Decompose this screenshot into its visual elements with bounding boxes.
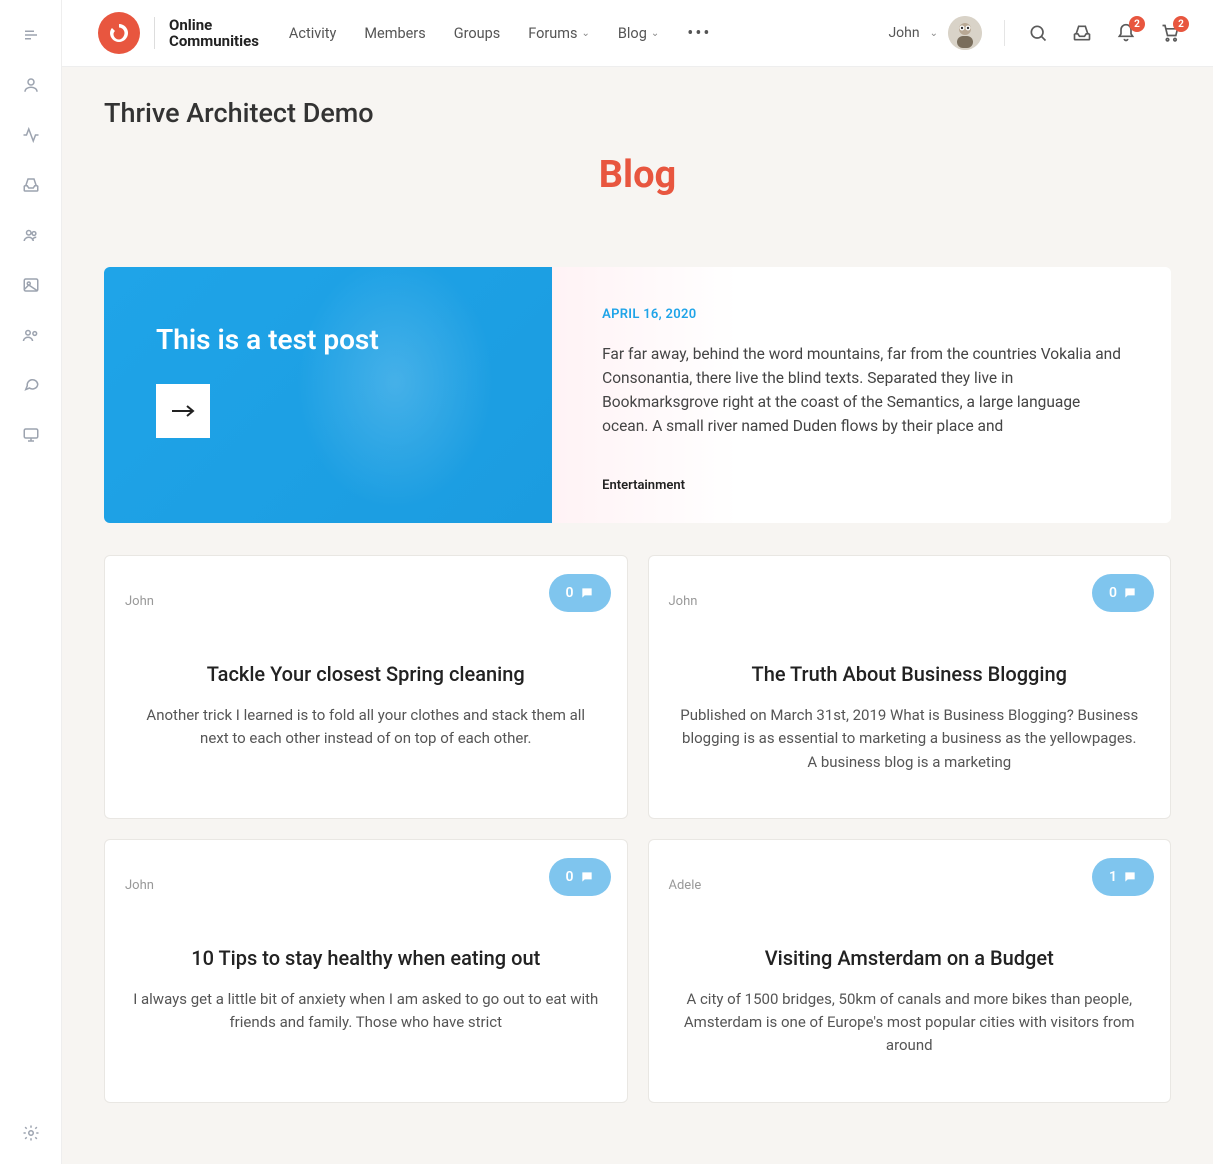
post-excerpt: I always get a little bit of anxiety whe…	[125, 988, 607, 1035]
nav-groups[interactable]: Groups	[454, 25, 501, 42]
post-title[interactable]: Tackle Your closest Spring cleaning	[125, 662, 607, 686]
nav-members[interactable]: Members	[364, 25, 425, 42]
post-grid: John 0 Tackle Your closest Spring cleani…	[104, 555, 1171, 1103]
cart-badge: 2	[1173, 16, 1189, 32]
header-divider	[1004, 20, 1005, 46]
nav-blog[interactable]: Blog⌄	[618, 25, 659, 42]
notifications-badge: 2	[1129, 16, 1145, 32]
photos-rail-icon[interactable]	[20, 274, 42, 296]
avatar	[948, 16, 982, 50]
menu-toggle-icon[interactable]	[20, 24, 42, 46]
post-card: John 0 10 Tips to stay healthy when eati…	[104, 839, 628, 1103]
featured-read-more-button[interactable]	[156, 384, 210, 438]
featured-title[interactable]: This is a test post	[156, 323, 500, 356]
chevron-down-icon: ⌄	[581, 28, 589, 39]
nav-more-icon[interactable]: •••	[687, 23, 711, 44]
post-excerpt: A city of 1500 bridges, 50km of canals a…	[669, 988, 1151, 1058]
primary-nav: Activity Members Groups Forums⌄ Blog⌄ ••…	[289, 23, 712, 44]
main-content: Thrive Architect Demo Blog This is a tes…	[62, 67, 1213, 1163]
notifications-icon[interactable]: 2	[1115, 22, 1137, 44]
post-author[interactable]: John	[125, 878, 154, 893]
blog-heading: Blog	[104, 153, 1171, 197]
comment-count[interactable]: 0	[1092, 574, 1154, 612]
post-title[interactable]: The Truth About Business Blogging	[669, 662, 1151, 686]
settings-rail-icon[interactable]	[20, 1122, 42, 1144]
header-right: John ⌄ 2 2	[888, 16, 1181, 50]
user-name-label: John	[888, 25, 919, 41]
user-menu[interactable]: John ⌄	[888, 16, 982, 50]
inbox-rail-icon[interactable]	[20, 174, 42, 196]
friends-rail-icon[interactable]	[20, 324, 42, 346]
logo-divider	[154, 17, 155, 49]
post-excerpt: Published on March 31st, 2019 What is Bu…	[669, 704, 1151, 774]
cart-icon[interactable]: 2	[1159, 22, 1181, 44]
profile-icon[interactable]	[20, 74, 42, 96]
featured-excerpt: Far far away, behind the word mountains,…	[602, 342, 1121, 438]
nav-activity[interactable]: Activity	[289, 25, 336, 42]
brand-logo[interactable]: Online Communities	[98, 12, 259, 54]
chevron-down-icon: ⌄	[930, 28, 938, 39]
comment-count[interactable]: 1	[1092, 858, 1154, 896]
discussions-rail-icon[interactable]	[20, 374, 42, 396]
activity-pulse-icon[interactable]	[20, 124, 42, 146]
post-title[interactable]: Visiting Amsterdam on a Budget	[669, 946, 1151, 970]
post-card: John 0 Tackle Your closest Spring cleani…	[104, 555, 628, 819]
featured-post: This is a test post APRIL 16, 2020 Far f…	[104, 267, 1171, 523]
comment-count[interactable]: 0	[549, 858, 611, 896]
brand-name: Online Communities	[169, 17, 259, 50]
page-title: Thrive Architect Demo	[104, 97, 1171, 129]
nav-forums[interactable]: Forums⌄	[528, 25, 590, 42]
featured-category[interactable]: Entertainment	[602, 478, 1121, 493]
post-author[interactable]: John	[669, 594, 698, 609]
monitor-rail-icon[interactable]	[20, 424, 42, 446]
post-title[interactable]: 10 Tips to stay healthy when eating out	[125, 946, 607, 970]
groups-rail-icon[interactable]	[20, 224, 42, 246]
post-author[interactable]: Adele	[669, 878, 702, 893]
chevron-down-icon: ⌄	[651, 28, 659, 39]
main-header: Online Communities Activity Members Grou…	[62, 0, 1213, 67]
featured-body: APRIL 16, 2020 Far far away, behind the …	[552, 267, 1171, 523]
comment-count[interactable]: 0	[549, 574, 611, 612]
left-sidebar	[0, 0, 62, 1164]
featured-date: APRIL 16, 2020	[602, 307, 1121, 322]
post-card: John 0 The Truth About Business Blogging…	[648, 555, 1172, 819]
search-icon[interactable]	[1027, 22, 1049, 44]
post-author[interactable]: John	[125, 594, 154, 609]
post-card: Adele 1 Visiting Amsterdam on a Budget A…	[648, 839, 1172, 1103]
logo-badge-icon	[98, 12, 140, 54]
featured-hero: This is a test post	[104, 267, 552, 523]
post-excerpt: Another trick I learned is to fold all y…	[125, 704, 607, 751]
inbox-header-icon[interactable]	[1071, 22, 1093, 44]
